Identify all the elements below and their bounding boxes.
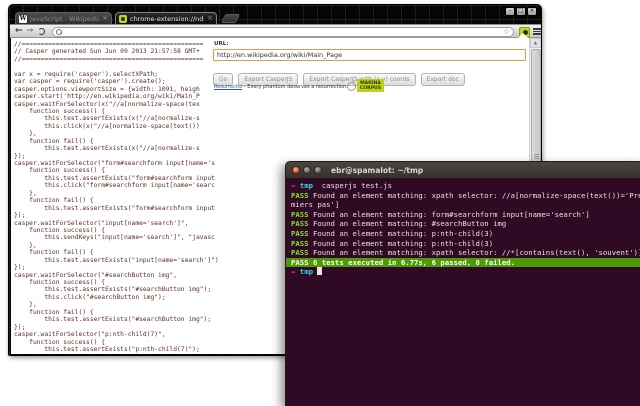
export-doc-button[interactable]: Export doc xyxy=(421,73,465,86)
popup-anchor-arrow xyxy=(517,33,529,39)
terminal-text-segment: casperjs test.js xyxy=(317,181,392,190)
tab-close-icon[interactable]: × xyxy=(207,15,213,22)
tab-chrome-extension[interactable]: chrome-extension://ndpg × xyxy=(115,12,217,24)
makina-figure-icon xyxy=(346,80,356,91)
forward-icon[interactable]: → xyxy=(26,26,34,37)
popup-button-row: GoExport CasperJSExport CasperJS with (x… xyxy=(213,66,470,86)
code-line: function fail() { xyxy=(14,138,538,145)
terminal-close-button[interactable] xyxy=(292,166,300,174)
terminal-text-segment: tmp xyxy=(300,181,318,190)
terminal-text-segment: Found an element matching: p:nth-child(3… xyxy=(309,239,494,248)
maximize-button[interactable]: □ xyxy=(516,7,526,16)
terminal-line: → tmp xyxy=(286,267,640,277)
resurrectio-popup: URL: GoExport CasperJSExport CasperJS wi… xyxy=(203,39,528,99)
terminal-line: → tmp casperjs test.js xyxy=(286,181,640,191)
scroll-up-icon[interactable]: ▲ xyxy=(530,38,541,48)
terminal-text-segment: PASS 6 tests executed in 6.77s, 6 passed… xyxy=(291,258,515,267)
terminal-titlebar[interactable]: ebr@spamalot: ~/tmp xyxy=(286,162,640,178)
code-line: }, xyxy=(14,130,538,137)
terminal-minimize-button[interactable] xyxy=(303,166,311,174)
search-icon xyxy=(56,29,62,35)
terminal-line: PASS Found an element matching: p:nth-ch… xyxy=(286,229,640,239)
code-line: this.click(x("//a[normalize-space(text()… xyxy=(14,123,538,130)
url-input[interactable] xyxy=(213,49,526,61)
terminal-text-segment: Found an element matching: p:nth-child(3… xyxy=(309,229,494,238)
tab-wikipedia[interactable]: W JavaScript - Wikipedia, th × xyxy=(15,12,112,24)
new-tab-button[interactable] xyxy=(221,14,240,23)
logo-line2: CORPUS xyxy=(357,86,384,91)
terminal-cursor xyxy=(317,267,321,275)
reload-icon[interactable] xyxy=(38,28,45,35)
terminal-text-segment: PASS xyxy=(291,248,309,257)
logo-line1: MAKINA xyxy=(357,81,384,86)
terminal-line: PASS Found an element matching: #searchB… xyxy=(286,219,640,229)
tab-close-icon[interactable]: × xyxy=(102,15,108,22)
code-line: this.test.assertExists(x("//a[normalize-… xyxy=(14,145,538,152)
tagline-text: - Every phantom deserves a resurrection. xyxy=(242,84,347,90)
window-controls: – □ × xyxy=(505,7,537,16)
code-line: }); xyxy=(14,153,538,160)
resurrectio-link[interactable]: Resurrectio xyxy=(214,84,242,90)
terminal-text-segment: PASS xyxy=(291,229,309,238)
omnibox[interactable]: ☆ xyxy=(52,27,514,37)
code-line: function success() { xyxy=(14,108,538,115)
terminal-text-segment: Found an element matching: xpath selecto… xyxy=(309,191,640,200)
terminal-line: PASS Found an element matching: form#sea… xyxy=(286,210,640,220)
code-line: casper.waitForSelector(x("//a[normalize-… xyxy=(14,101,538,108)
terminal-line: PASS Found an element matching: xpath se… xyxy=(286,248,640,258)
resurrectio-favicon-icon xyxy=(119,15,127,23)
browser-toolbar: ← → ☆ xyxy=(10,24,541,38)
wikipedia-favicon-icon: W xyxy=(19,15,27,23)
terminal-text-segment: PASS xyxy=(291,191,309,200)
terminal-text-segment: PASS xyxy=(291,219,309,228)
terminal-text-segment: → xyxy=(291,267,300,276)
tab-title: chrome-extension://ndpg xyxy=(130,15,204,23)
menu-icon[interactable] xyxy=(533,28,541,36)
close-button[interactable]: × xyxy=(527,7,537,16)
tagline: Resurrectio - Every phantom deserves a r… xyxy=(214,84,348,90)
terminal-text-segment: miers pas'] xyxy=(291,200,339,209)
terminal-text-segment: Found an element matching: form#searchfo… xyxy=(309,210,590,219)
terminal-text-segment: → xyxy=(291,181,300,190)
bookmark-star-icon[interactable]: ☆ xyxy=(503,28,510,36)
terminal-line: miers pas'] xyxy=(286,200,640,210)
back-icon[interactable]: ← xyxy=(15,26,23,37)
tab-title: JavaScript - Wikipedia, th xyxy=(30,15,99,23)
makina-corpus-logo: MAKINA CORPUS xyxy=(346,79,384,92)
terminal-window: ebr@spamalot: ~/tmp → tmp casperjs test.… xyxy=(285,161,640,406)
terminal-text-segment: Found an element matching: xpath selecto… xyxy=(309,248,640,257)
minimize-button[interactable]: – xyxy=(505,7,515,16)
terminal-maximize-button[interactable] xyxy=(314,166,322,174)
terminal-line: PASS 6 tests executed in 6.77s, 6 passed… xyxy=(286,258,640,268)
url-label: URL: xyxy=(214,41,228,47)
terminal-text-segment: tmp xyxy=(300,267,318,276)
terminal-line: PASS Found an element matching: p:nth-ch… xyxy=(286,239,640,249)
terminal-text-segment: PASS xyxy=(291,210,309,219)
scrollbar-grip xyxy=(534,154,539,159)
code-line: this.test.assertExists(x("//a[normalize-… xyxy=(14,115,538,122)
terminal-title: ebr@spamalot: ~/tmp xyxy=(331,166,423,175)
tab-strip: W JavaScript - Wikipedia, th × chrome-ex… xyxy=(9,5,541,24)
terminal-text-segment: PASS xyxy=(291,239,309,248)
terminal-text-segment: Found an element matching: #searchButton… xyxy=(309,219,507,228)
terminal-line: PASS Found an element matching: xpath se… xyxy=(286,191,640,201)
terminal-output[interactable]: → tmp casperjs test.jsPASS Found an elem… xyxy=(286,178,640,406)
